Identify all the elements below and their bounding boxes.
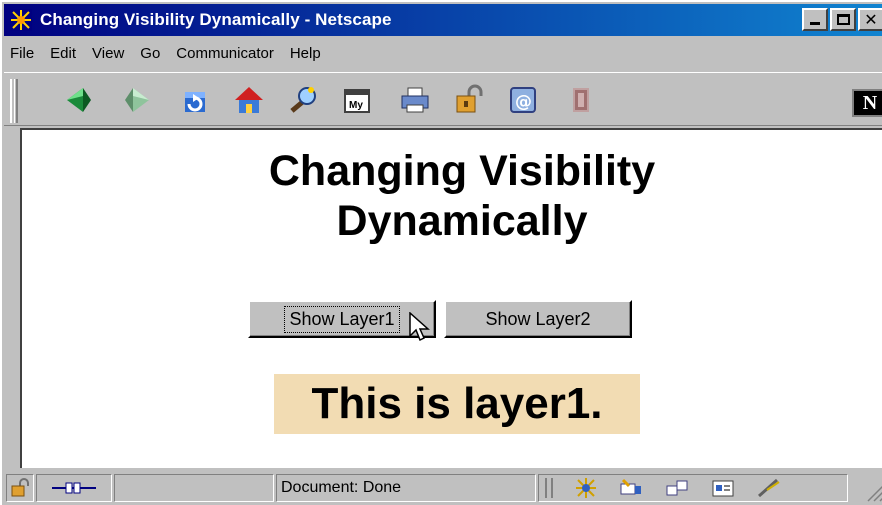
progress-bar bbox=[114, 474, 274, 502]
show-layer1-button[interactable]: Show Layer1 bbox=[248, 300, 436, 338]
toolbar-grip[interactable] bbox=[10, 79, 18, 123]
browser-window: Changing Visibility Dynamically - Netsca… bbox=[0, 0, 882, 505]
window-title: Changing Visibility Dynamically - Netsca… bbox=[40, 10, 392, 29]
menu-view[interactable]: View bbox=[92, 45, 124, 62]
show-layer1-label: Show Layer1 bbox=[284, 305, 400, 333]
navigator-icon[interactable] bbox=[575, 478, 597, 498]
maximize-icon bbox=[836, 14, 850, 25]
connection-status-icon bbox=[36, 474, 112, 502]
netscape-app-icon bbox=[8, 7, 34, 33]
security-icon[interactable] bbox=[450, 81, 488, 119]
page-content: Changing Visibility Dynamically Show Lay… bbox=[20, 128, 882, 468]
mouse-cursor-icon bbox=[409, 312, 430, 342]
resize-grip-icon[interactable] bbox=[862, 480, 882, 502]
minimize-button[interactable] bbox=[802, 8, 828, 31]
menu-communicator[interactable]: Communicator bbox=[176, 45, 274, 62]
page-heading-line2: Dynamically bbox=[336, 197, 588, 245]
menu-go[interactable]: Go bbox=[140, 45, 160, 62]
menu-file[interactable]: File bbox=[10, 45, 34, 62]
show-layer2-button[interactable]: Show Layer2 bbox=[444, 300, 632, 338]
my-netscape-icon[interactable]: My bbox=[338, 81, 376, 119]
print-icon[interactable] bbox=[396, 81, 434, 119]
status-bar: Document: Done bbox=[4, 470, 882, 505]
netscape-logo[interactable]: N bbox=[852, 89, 882, 117]
layer1-text: This is layer1. bbox=[311, 379, 603, 428]
search-icon[interactable] bbox=[284, 81, 322, 119]
home-icon[interactable] bbox=[230, 81, 268, 119]
page-heading: Changing Visibility Dynamically bbox=[22, 146, 882, 246]
maximize-button[interactable] bbox=[830, 8, 856, 31]
reload-icon[interactable] bbox=[176, 81, 214, 119]
composer-icon[interactable] bbox=[711, 478, 735, 498]
show-layer2-label: Show Layer2 bbox=[485, 308, 591, 329]
stop-icon[interactable] bbox=[562, 81, 600, 119]
close-icon: ✕ bbox=[864, 10, 878, 29]
page-heading-line1: Changing Visibility bbox=[268, 147, 656, 195]
svg-text:@: @ bbox=[515, 92, 532, 112]
close-button[interactable]: ✕ bbox=[858, 8, 882, 31]
lock-status-icon[interactable] bbox=[6, 474, 34, 502]
title-bar: Changing Visibility Dynamically - Netsca… bbox=[4, 4, 882, 36]
forward-icon[interactable] bbox=[118, 81, 156, 119]
component-grip-icon bbox=[545, 478, 553, 498]
menu-help[interactable]: Help bbox=[290, 45, 321, 62]
shop-icon[interactable]: @ bbox=[504, 81, 542, 119]
minimize-icon bbox=[810, 22, 820, 25]
quill-icon[interactable] bbox=[757, 478, 783, 498]
navigation-toolbar: My @ N bbox=[4, 72, 882, 126]
back-icon[interactable] bbox=[60, 81, 98, 119]
menu-edit[interactable]: Edit bbox=[50, 45, 76, 62]
component-bar bbox=[538, 474, 848, 502]
newsgroups-icon[interactable] bbox=[665, 478, 689, 498]
layer1: This is layer1. bbox=[274, 374, 640, 434]
mail-icon[interactable] bbox=[619, 478, 643, 498]
status-text: Document: Done bbox=[276, 474, 536, 502]
menu-bar: File Edit View Go Communicator Help bbox=[4, 38, 882, 68]
svg-text:My: My bbox=[349, 100, 363, 111]
